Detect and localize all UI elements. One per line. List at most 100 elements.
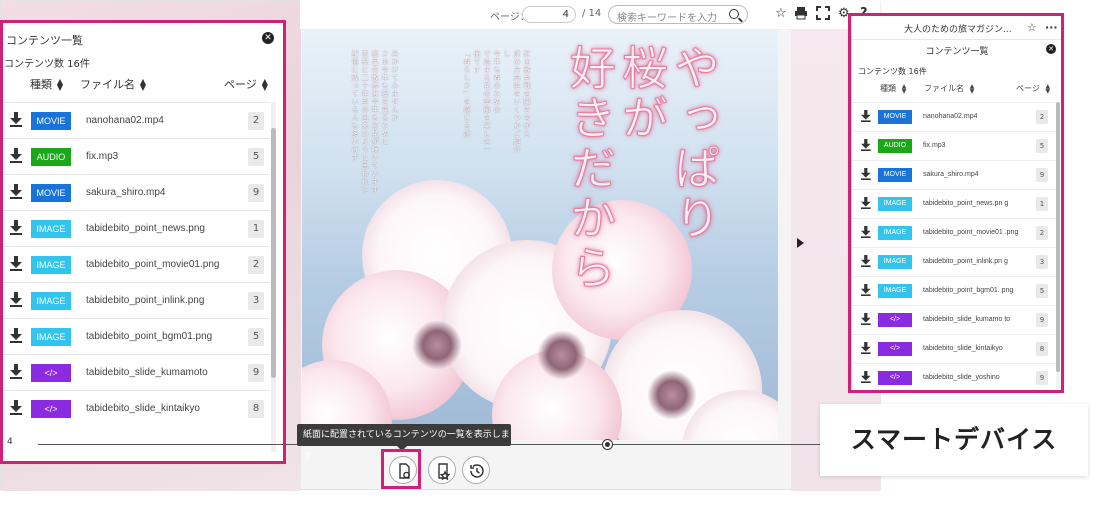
download-icon[interactable]: [861, 226, 871, 238]
list-item[interactable]: MOVIE sakura_shiro.mp4 9: [0, 174, 270, 210]
list-item[interactable]: IMAGE tabidebito_point_inlink.pn g 3: [852, 247, 1056, 276]
page-number-badge[interactable]: 3: [248, 292, 264, 310]
history-button[interactable]: [462, 456, 490, 484]
download-icon[interactable]: [10, 256, 22, 271]
phone-header-page[interactable]: ページ ▲ ▼: [1016, 83, 1052, 94]
star-icon[interactable]: ☆: [1027, 21, 1037, 34]
page-number-badge[interactable]: 9: [248, 364, 264, 382]
print-icon[interactable]: [794, 6, 808, 25]
header-page[interactable]: ページ ▲ ▼: [224, 76, 269, 92]
file-name[interactable]: tabidebito_point_bgm01.png: [86, 331, 212, 342]
list-item[interactable]: IMAGE tabidebito_point_news.pn g 1: [852, 189, 1056, 218]
page-number-badge[interactable]: 1: [248, 220, 264, 238]
page-number-badge[interactable]: 8: [1036, 342, 1048, 356]
page-number-badge[interactable]: 9: [248, 184, 264, 202]
search-input[interactable]: 検索キーワードを入力: [608, 5, 748, 24]
file-name[interactable]: tabidebito_slide_kumamoto: [86, 367, 208, 378]
next-page-arrow-icon[interactable]: [797, 238, 804, 248]
list-item[interactable]: AUDIO fix.mp3 5: [0, 138, 270, 174]
download-icon[interactable]: [10, 184, 22, 199]
download-icon[interactable]: [10, 364, 22, 379]
file-name[interactable]: tabidebito_point_news.png: [86, 223, 205, 234]
page-number-badge[interactable]: 9: [1036, 168, 1048, 182]
page-number-badge[interactable]: 8: [248, 400, 264, 418]
header-type[interactable]: 種類 ▲ ▼: [30, 76, 64, 92]
fullscreen-icon[interactable]: [816, 6, 830, 25]
file-name[interactable]: tabidebito_point_bgm01. png: [923, 282, 1023, 295]
list-scrollbar[interactable]: [271, 102, 276, 452]
list-item[interactable]: IMAGE tabidebito_point_movie01.png 2: [0, 246, 270, 282]
list-item[interactable]: MOVIE nanohana02.mp4 2: [0, 102, 270, 138]
file-name[interactable]: sakura_shiro.mp4: [923, 166, 1023, 179]
file-name[interactable]: tabidebito_point_movie01 .png: [923, 224, 1023, 237]
file-name[interactable]: fix.mp3: [86, 151, 118, 162]
phone-header-type[interactable]: 種類 ▲ ▼: [880, 83, 908, 94]
page-number-badge[interactable]: 5: [248, 328, 264, 346]
page-number-badge[interactable]: 5: [1036, 139, 1048, 153]
file-name[interactable]: tabidebito_point_movie01.png: [86, 259, 219, 270]
list-item[interactable]: IMAGE tabidebito_point_bgm01. png 5: [852, 276, 1056, 305]
magazine-page[interactable]: 出かけてみませんか さあ今年も桜を見るために 桜色の散歩は今年もお花が咲いていま…: [302, 30, 778, 440]
download-icon[interactable]: [861, 110, 871, 122]
header-filename[interactable]: ファイル名 ▲ ▼: [80, 76, 147, 92]
star-icon[interactable]: ☆: [775, 6, 787, 22]
page-number-badge[interactable]: 2: [1036, 226, 1048, 240]
search-icon[interactable]: [729, 9, 739, 19]
phone-header-filename[interactable]: ファイル名 ▲ ▼: [924, 83, 976, 94]
list-item[interactable]: IMAGE tabidebito_point_movie01 .png 2: [852, 218, 1056, 247]
close-icon[interactable]: ✕: [1046, 44, 1056, 54]
page-number-badge[interactable]: 2: [248, 112, 264, 130]
gear-icon[interactable]: ⚙: [838, 6, 850, 22]
download-icon[interactable]: [10, 328, 22, 343]
phone-list-scrollbar[interactable]: [1056, 102, 1060, 388]
page-number-badge[interactable]: 9: [1036, 313, 1048, 327]
list-item[interactable]: </> tabidebito_slide_kumamoto 9: [0, 354, 270, 390]
download-icon[interactable]: [861, 139, 871, 151]
close-icon[interactable]: ✕: [262, 32, 274, 44]
download-icon[interactable]: [10, 220, 22, 235]
file-name[interactable]: tabidebito_point_inlink.pn g: [923, 253, 1023, 266]
file-name[interactable]: fix.mp3: [923, 137, 1023, 150]
page-number-badge[interactable]: 2: [248, 256, 264, 274]
download-icon[interactable]: [861, 342, 871, 354]
download-icon[interactable]: [861, 255, 871, 267]
list-item[interactable]: IMAGE tabidebito_point_inlink.png 3: [0, 282, 270, 318]
page-number-input[interactable]: 4: [522, 6, 576, 23]
list-item[interactable]: MOVIE nanohana02.mp4 2: [852, 102, 1056, 131]
download-icon[interactable]: [10, 148, 22, 163]
file-name[interactable]: tabidebito_point_inlink.png: [86, 295, 204, 306]
list-item[interactable]: </> tabidebito_slide_kumamo to 9: [852, 305, 1056, 334]
download-icon[interactable]: [861, 371, 871, 383]
content-list-button[interactable]: [389, 456, 417, 484]
page-number-badge[interactable]: 5: [1036, 284, 1048, 298]
page-number-badge[interactable]: 3: [1036, 255, 1048, 269]
file-name[interactable]: nanohana02.mp4: [923, 108, 1023, 121]
file-name[interactable]: tabidebito_slide_yoshino: [923, 369, 1023, 382]
page-number-badge[interactable]: 5: [248, 148, 264, 166]
list-item[interactable]: </> tabidebito_slide_yoshino 9: [852, 363, 1056, 392]
file-name[interactable]: tabidebito_slide_kintaikyo: [923, 340, 1023, 353]
download-icon[interactable]: [861, 168, 871, 180]
page-number-badge[interactable]: 2: [1036, 110, 1048, 124]
page-number-badge[interactable]: 1: [1036, 197, 1048, 211]
download-icon[interactable]: [861, 313, 871, 325]
scrollbar-thumb[interactable]: [1056, 102, 1060, 372]
download-icon[interactable]: [861, 197, 871, 209]
file-name[interactable]: tabidebito_slide_kintaikyo: [86, 403, 200, 414]
more-icon[interactable]: ···: [1045, 21, 1058, 34]
list-item[interactable]: </> tabidebito_slide_kintaikyo 8: [852, 334, 1056, 363]
file-name[interactable]: tabidebito_point_news.pn g: [923, 195, 1023, 208]
download-icon[interactable]: [10, 292, 22, 307]
file-name[interactable]: nanohana02.mp4: [86, 115, 164, 126]
file-name[interactable]: tabidebito_slide_kumamo to: [923, 311, 1023, 324]
scrollbar-thumb[interactable]: [271, 128, 276, 378]
list-item[interactable]: MOVIE sakura_shiro.mp4 9: [852, 160, 1056, 189]
download-icon[interactable]: [861, 284, 871, 296]
download-icon[interactable]: [10, 112, 22, 127]
bookmark-list-button[interactable]: [428, 456, 456, 484]
file-name[interactable]: sakura_shiro.mp4: [86, 187, 165, 198]
download-icon[interactable]: [10, 400, 22, 415]
list-item[interactable]: </> tabidebito_slide_kintaikyo 8: [0, 390, 270, 426]
list-item[interactable]: AUDIO fix.mp3 5: [852, 131, 1056, 160]
list-item[interactable]: IMAGE tabidebito_point_news.png 1: [0, 210, 270, 246]
